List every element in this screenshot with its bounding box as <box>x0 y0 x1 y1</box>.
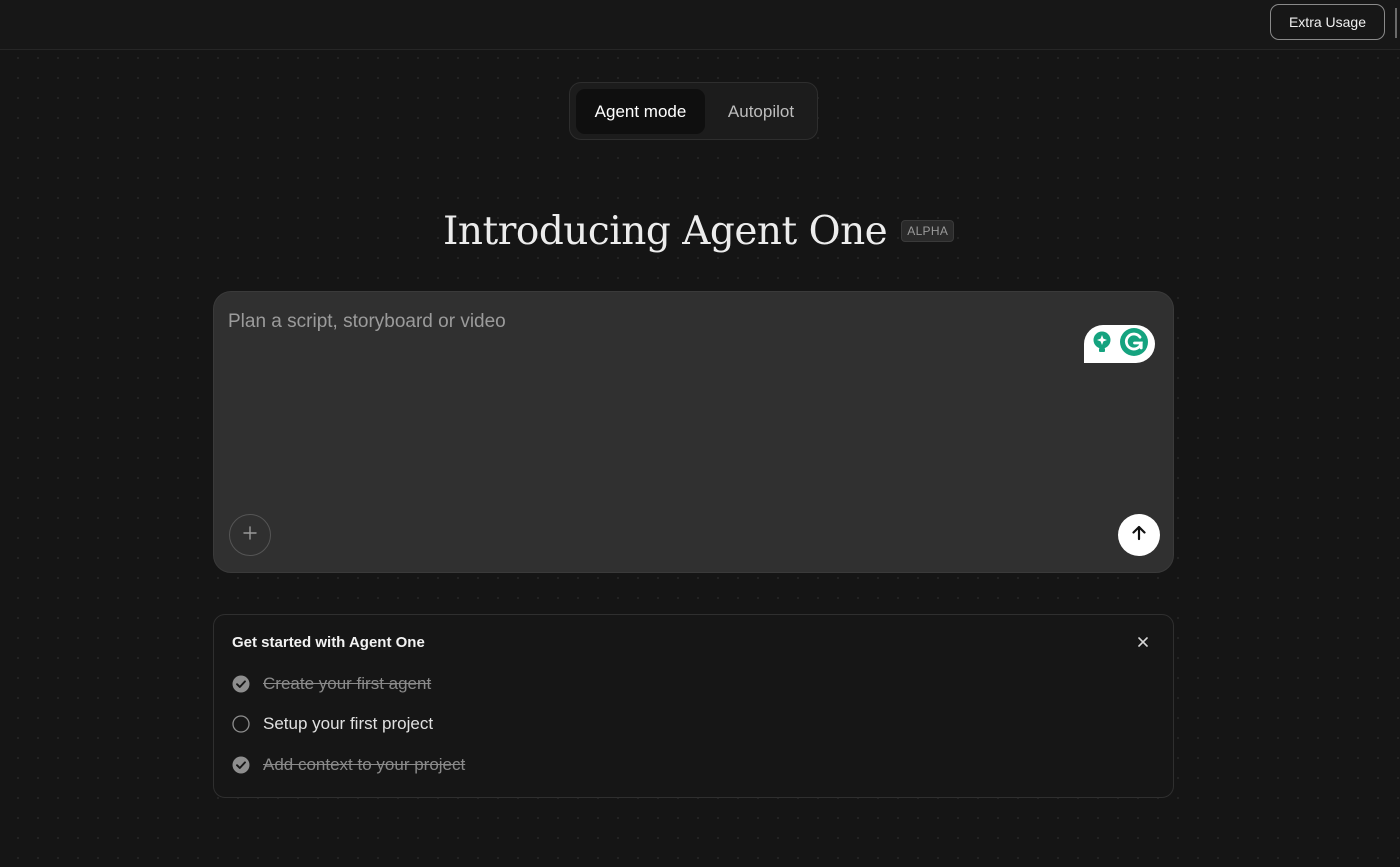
checklist-item-label: Setup your first project <box>263 714 434 733</box>
lightbulb-icon[interactable] <box>1090 329 1114 360</box>
add-attachment-button[interactable] <box>229 514 271 556</box>
grammarly-widget[interactable] <box>1084 325 1155 363</box>
checklist-item-create-agent[interactable]: Create your first agent <box>232 672 431 696</box>
grammarly-icon[interactable] <box>1119 327 1149 362</box>
send-button[interactable] <box>1118 514 1160 556</box>
top-bar: Extra Usage <box>0 0 1400 50</box>
topbar-divider <box>1395 8 1397 38</box>
checklist-item-setup-project[interactable]: Setup your first project <box>232 712 433 736</box>
empty-circle-icon <box>232 715 250 733</box>
getting-started-title: Get started with Agent One <box>232 634 425 651</box>
prompt-composer <box>213 291 1174 573</box>
close-icon <box>1137 635 1149 653</box>
check-circle-icon <box>232 756 250 774</box>
plus-icon <box>242 525 258 546</box>
checklist-item-label: Add context to your project <box>263 755 466 774</box>
prompt-input[interactable] <box>228 308 1068 336</box>
page-title: Introducing Agent One <box>443 208 888 254</box>
tab-autopilot[interactable]: Autopilot <box>710 89 812 134</box>
checklist-item-add-context[interactable]: Add context to your project <box>232 753 465 777</box>
tab-agent-mode[interactable]: Agent mode <box>576 89 705 134</box>
getting-started-panel: Get started with Agent One Create your f… <box>213 614 1174 798</box>
arrow-up-icon <box>1130 524 1148 547</box>
alpha-badge: ALPHA <box>901 220 955 242</box>
hero-heading: Introducing Agent One ALPHA <box>443 203 955 259</box>
mode-toggle: Agent mode Autopilot <box>569 82 818 140</box>
extra-usage-button[interactable]: Extra Usage <box>1270 4 1385 40</box>
close-button[interactable] <box>1132 633 1154 655</box>
checklist-item-label: Create your first agent <box>263 674 432 693</box>
check-circle-icon <box>232 675 250 693</box>
